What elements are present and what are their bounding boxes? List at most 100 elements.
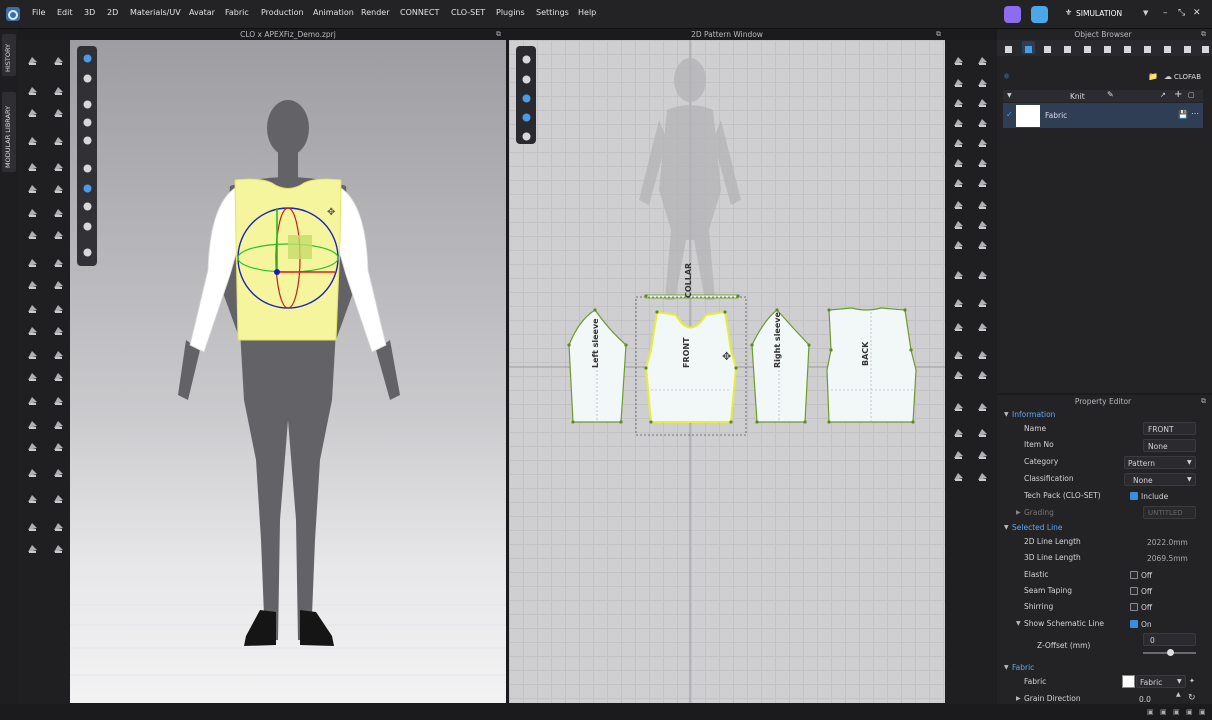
fabric-prop-select[interactable]: Fabric ▼ xyxy=(1136,675,1186,688)
2d-tool-2-0-icon[interactable] xyxy=(952,94,965,107)
object-browser-tab-0-icon[interactable] xyxy=(1002,41,1015,54)
2d-tool-0-0-icon[interactable] xyxy=(952,52,965,65)
2d-overlay-tool-0-icon[interactable] xyxy=(520,51,533,64)
2d-tool-9-0-icon[interactable] xyxy=(952,236,965,249)
shirring-checkbox[interactable] xyxy=(1130,603,1138,611)
grading-expand-icon[interactable]: ▶ xyxy=(1016,509,1021,516)
3d-tool-9-0-icon[interactable] xyxy=(26,276,39,289)
3d-tool-4-0-icon[interactable] xyxy=(26,158,39,171)
2d-view-maximize-icon[interactable]: ⧉ xyxy=(936,30,941,39)
rename-icon[interactable]: ✎ xyxy=(1107,90,1114,99)
2d-tool-17-0-icon[interactable] xyxy=(952,446,965,459)
2d-tool-1-0-icon[interactable] xyxy=(952,74,965,87)
status-icon-2[interactable]: ▣ xyxy=(1160,708,1167,716)
menu-render[interactable]: Render xyxy=(361,8,389,17)
fabric-section-expand-icon[interactable]: ▼ xyxy=(1004,664,1009,671)
menu-file[interactable]: File xyxy=(32,8,45,17)
2d-tool-11-1-icon[interactable] xyxy=(976,294,989,307)
3d-tool-17-0-icon[interactable] xyxy=(26,464,39,477)
menu-help[interactable]: Help xyxy=(578,8,596,17)
2d-tool-4-0-icon[interactable] xyxy=(952,134,965,147)
property-editor-maximize-icon[interactable]: ⧉ xyxy=(1201,397,1206,406)
information-section[interactable]: Information xyxy=(1012,410,1055,419)
fabric-section[interactable]: Fabric xyxy=(1012,663,1034,672)
2d-overlay-tool-4-icon[interactable] xyxy=(520,128,533,141)
3d-tool-20-1-icon[interactable] xyxy=(52,540,65,553)
grain-stepper-icon[interactable]: ▲ xyxy=(1176,691,1181,698)
2d-tool-16-1-icon[interactable] xyxy=(976,424,989,437)
2d-tool-14-1-icon[interactable] xyxy=(976,366,989,379)
menu-edit[interactable]: Edit xyxy=(57,8,73,17)
fabric-link-icon[interactable]: ✦ xyxy=(1189,677,1195,685)
status-icon-4[interactable]: ▣ xyxy=(1186,708,1193,716)
3d-tool-15-0-icon[interactable] xyxy=(26,416,39,429)
2d-tool-0-1-icon[interactable] xyxy=(976,52,989,65)
3d-overlay-tool-5-icon[interactable] xyxy=(81,160,94,173)
classification-select[interactable]: None ▼ xyxy=(1124,473,1196,486)
2d-tool-12-0-icon[interactable] xyxy=(952,318,965,331)
3d-tool-6-0-icon[interactable] xyxy=(26,204,39,217)
seam-taping-checkbox[interactable] xyxy=(1130,587,1138,595)
3d-tool-5-0-icon[interactable] xyxy=(26,180,39,193)
tech-pack-checkbox[interactable] xyxy=(1130,492,1138,500)
2d-tool-17-1-icon[interactable] xyxy=(976,446,989,459)
collapse-icon[interactable]: ▢ xyxy=(1188,91,1195,99)
status-icon-1[interactable]: ▣ xyxy=(1147,708,1154,716)
restore-button[interactable]: ⤡ xyxy=(1178,8,1185,18)
fabric-prop-swatch[interactable] xyxy=(1122,675,1135,688)
3d-overlay-tool-1-icon[interactable] xyxy=(81,70,94,83)
3d-overlay-tool-8-icon[interactable] xyxy=(81,218,94,231)
2d-tool-13-0-icon[interactable] xyxy=(952,346,965,359)
2d-tool-18-1-icon[interactable] xyxy=(976,468,989,481)
schematic-expand-icon[interactable]: ▼ xyxy=(1016,620,1021,627)
3d-tool-19-1-icon[interactable] xyxy=(52,518,65,531)
2d-tool-8-0-icon[interactable] xyxy=(952,216,965,229)
grain-direction-value[interactable]: 0.0 xyxy=(1139,695,1151,704)
elastic-checkbox[interactable] xyxy=(1130,571,1138,579)
knit-expand-icon[interactable]: ▼ xyxy=(1007,92,1012,99)
menu-production[interactable]: Production xyxy=(261,8,304,17)
3d-tool-14-1-icon[interactable] xyxy=(52,392,65,405)
menu-plugins[interactable]: Plugins xyxy=(496,8,525,17)
fabric-save-icon[interactable]: 💾 xyxy=(1178,110,1188,119)
status-icon-3[interactable]: ▣ xyxy=(1173,708,1180,716)
modular-library-tab[interactable]: MODULAR LIBRARY xyxy=(2,92,16,172)
knit-group-header[interactable] xyxy=(1003,90,1203,102)
object-browser-tab-10-icon[interactable] xyxy=(1199,41,1212,54)
3d-view-maximize-icon[interactable]: ⧉ xyxy=(496,30,501,39)
2d-pattern-window[interactable]: ✥ COLLAR Left sleeve FRONT Right sleeve … xyxy=(509,40,945,703)
2d-tool-5-0-icon[interactable] xyxy=(952,154,965,167)
2d-tool-4-1-icon[interactable] xyxy=(976,134,989,147)
object-browser-tab-1-icon[interactable] xyxy=(1022,41,1035,54)
3d-tool-11-0-icon[interactable] xyxy=(26,322,39,335)
2d-tool-11-0-icon[interactable] xyxy=(952,294,965,307)
2d-tool-18-0-icon[interactable] xyxy=(952,468,965,481)
3d-tool-3-1-icon[interactable] xyxy=(52,132,65,145)
2d-tool-10-1-icon[interactable] xyxy=(976,266,989,279)
3d-overlay-tool-3-icon[interactable] xyxy=(81,114,94,127)
3d-tool-13-1-icon[interactable] xyxy=(52,368,65,381)
object-browser-tab-8-icon[interactable] xyxy=(1161,41,1174,54)
3d-tool-18-1-icon[interactable] xyxy=(52,490,65,503)
plugin-icon-a[interactable] xyxy=(1004,6,1021,23)
object-browser-tab-9-icon[interactable] xyxy=(1181,41,1194,54)
menu-settings[interactable]: Settings xyxy=(536,8,569,17)
3d-tool-15-1-icon[interactable] xyxy=(52,416,65,429)
category-select[interactable]: Pattern ▼ xyxy=(1124,456,1196,469)
3d-tool-0-1-icon[interactable] xyxy=(52,52,65,65)
2d-tool-6-0-icon[interactable] xyxy=(952,174,965,187)
item-no-field[interactable]: None xyxy=(1143,439,1196,452)
selected-line-section[interactable]: Selected Line xyxy=(1012,523,1063,532)
3d-tool-20-0-icon[interactable] xyxy=(26,540,39,553)
grain-expand-icon[interactable]: ▶ xyxy=(1016,695,1021,702)
3d-tool-5-1-icon[interactable] xyxy=(52,180,65,193)
object-browser-tab-5-icon[interactable] xyxy=(1101,41,1114,54)
2d-tool-15-1-icon[interactable] xyxy=(976,398,989,411)
close-button[interactable]: ✕ xyxy=(1193,8,1201,18)
3d-overlay-tool-2-icon[interactable] xyxy=(81,96,94,109)
z-offset-slider-handle[interactable] xyxy=(1167,649,1174,656)
2d-tool-7-1-icon[interactable] xyxy=(976,196,989,209)
3d-tool-12-1-icon[interactable] xyxy=(52,346,65,359)
menu-closet[interactable]: CLO-SET xyxy=(451,8,485,17)
3d-tool-19-0-icon[interactable] xyxy=(26,518,39,531)
